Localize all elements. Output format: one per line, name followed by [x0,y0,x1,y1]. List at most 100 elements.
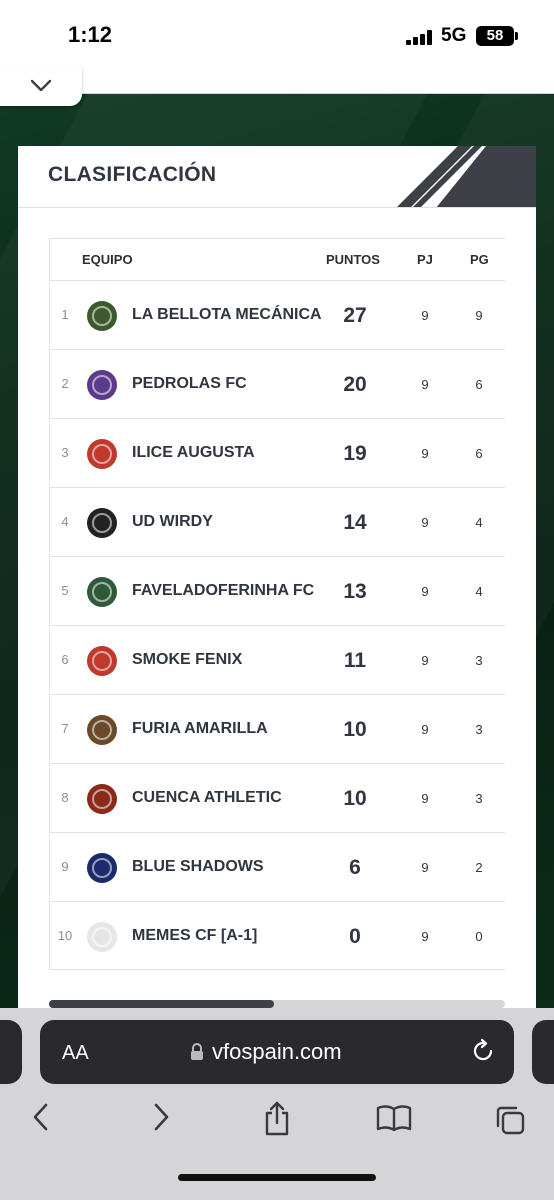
browser-toolbar: AA vfospain.com [0,1008,554,1200]
tabs-icon[interactable] [494,1104,526,1136]
played-cell: 9 [421,308,429,323]
position-cell: 1 [61,307,69,322]
standings-table[interactable]: EQUIPO PUNTOS PJ PG 1 LA BELLOTA MECÁNICA… [49,238,505,970]
team-name[interactable]: LA BELLOTA MECÁNICA [132,305,322,325]
signal-icon [406,30,432,45]
won-cell: 6 [475,446,483,461]
header-decoration [397,146,536,207]
header-team: EQUIPO [82,252,133,267]
table-row[interactable]: 3 ILICE AUGUSTA 19 9 6 [50,419,505,488]
points-cell: 19 [343,442,367,465]
played-cell: 9 [421,791,429,806]
previous-tab-preview[interactable] [0,1020,22,1084]
played-cell: 9 [421,860,429,875]
forward-icon[interactable] [150,1102,172,1132]
won-cell: 2 [475,860,483,875]
table-row[interactable]: 6 SMOKE FENIX 11 9 3 [50,626,505,695]
points-cell: 10 [343,787,367,810]
table-row[interactable]: 2 PEDROLAS FC 20 9 6 [50,350,505,419]
back-icon[interactable] [30,1102,52,1132]
position-cell: 5 [61,583,69,598]
position-cell: 6 [61,652,69,667]
won-cell: 6 [475,377,483,392]
home-indicator [178,1174,376,1181]
points-cell: 11 [343,649,367,672]
points-cell: 0 [349,925,361,948]
chevron-down-icon [30,79,52,92]
header-points: PUNTOS [326,252,380,267]
won-cell: 9 [475,308,483,323]
table-row[interactable]: 1 LA BELLOTA MECÁNICA 27 9 9 [50,281,505,350]
team-name[interactable]: MEMES CF [A-1] [132,926,322,946]
table-row[interactable]: 9 BLUE SHADOWS 6 9 2 [50,833,505,902]
header-played: PJ [417,252,433,267]
lock-icon [191,1043,203,1060]
scrollbar-thumb[interactable] [49,1000,274,1008]
played-cell: 9 [421,377,429,392]
team-name[interactable]: FURIA AMARILLA [132,719,322,739]
team-logo-icon [87,577,117,607]
played-cell: 9 [421,722,429,737]
table-row[interactable]: 7 FURIA AMARILLA 10 9 3 [50,695,505,764]
won-cell: 4 [475,515,483,530]
table-row[interactable]: 5 FAVELADOFERINHA FC 13 9 4 [50,557,505,626]
position-cell: 8 [61,790,69,805]
collapse-button[interactable] [0,66,82,106]
points-cell: 20 [343,373,367,396]
status-bar: 1:12 5G 58 [0,0,554,72]
team-logo-icon [87,439,117,469]
team-name[interactable]: FAVELADOFERINHA FC [132,581,322,601]
table-row[interactable]: 10 MEMES CF [A-1] 0 9 0 [50,902,505,969]
team-name[interactable]: ILICE AUGUSTA [132,443,322,463]
battery-icon: 58 [476,26,518,46]
text-size-label: AA [62,1042,89,1064]
team-name[interactable]: CUENCA ATHLETIC [132,788,322,808]
network-label: 5G [441,25,467,46]
played-cell: 9 [421,446,429,461]
table-row[interactable]: 4 UD WIRDY 14 9 4 [50,488,505,557]
team-name[interactable]: BLUE SHADOWS [132,857,322,877]
bookmarks-icon[interactable] [376,1104,412,1132]
address-bar[interactable]: AA vfospain.com [40,1020,514,1084]
points-cell: 14 [343,511,367,534]
played-cell: 9 [421,515,429,530]
position-cell: 9 [61,859,69,874]
played-cell: 9 [421,653,429,668]
position-cell: 3 [61,445,69,460]
points-cell: 27 [343,304,367,327]
team-logo-icon [87,508,117,538]
team-logo-icon [87,784,117,814]
table-header: EQUIPO PUNTOS PJ PG [50,239,505,281]
header-won: PG [470,252,489,267]
team-logo-icon [87,301,117,331]
won-cell: 0 [475,929,483,944]
team-logo-icon [87,853,117,883]
position-cell: 2 [61,376,69,391]
table-row[interactable]: 8 CUENCA ATHLETIC 10 9 3 [50,764,505,833]
text-size-button[interactable]: AA [62,1042,89,1065]
points-cell: 10 [343,718,367,741]
points-cell: 6 [349,856,361,879]
team-name[interactable]: SMOKE FENIX [132,650,322,670]
position-cell: 4 [61,514,69,529]
won-cell: 4 [475,584,483,599]
next-tab-preview[interactable] [532,1020,554,1084]
team-logo-icon [87,715,117,745]
won-cell: 3 [475,653,483,668]
played-cell: 9 [421,929,429,944]
position-cell: 10 [57,928,73,943]
reload-icon[interactable] [470,1038,496,1064]
team-logo-icon [87,370,117,400]
played-cell: 9 [421,584,429,599]
horizontal-scrollbar[interactable] [49,1000,505,1008]
card-title: CLASIFICACIÓN [48,163,217,186]
header-strip [60,72,554,94]
position-cell: 7 [61,721,69,736]
share-icon[interactable] [262,1100,292,1136]
team-name[interactable]: PEDROLAS FC [132,374,322,394]
won-cell: 3 [475,722,483,737]
points-cell: 13 [343,580,367,603]
card-header: CLASIFICACIÓN [18,146,536,208]
won-cell: 3 [475,791,483,806]
team-name[interactable]: UD WIRDY [132,512,322,532]
